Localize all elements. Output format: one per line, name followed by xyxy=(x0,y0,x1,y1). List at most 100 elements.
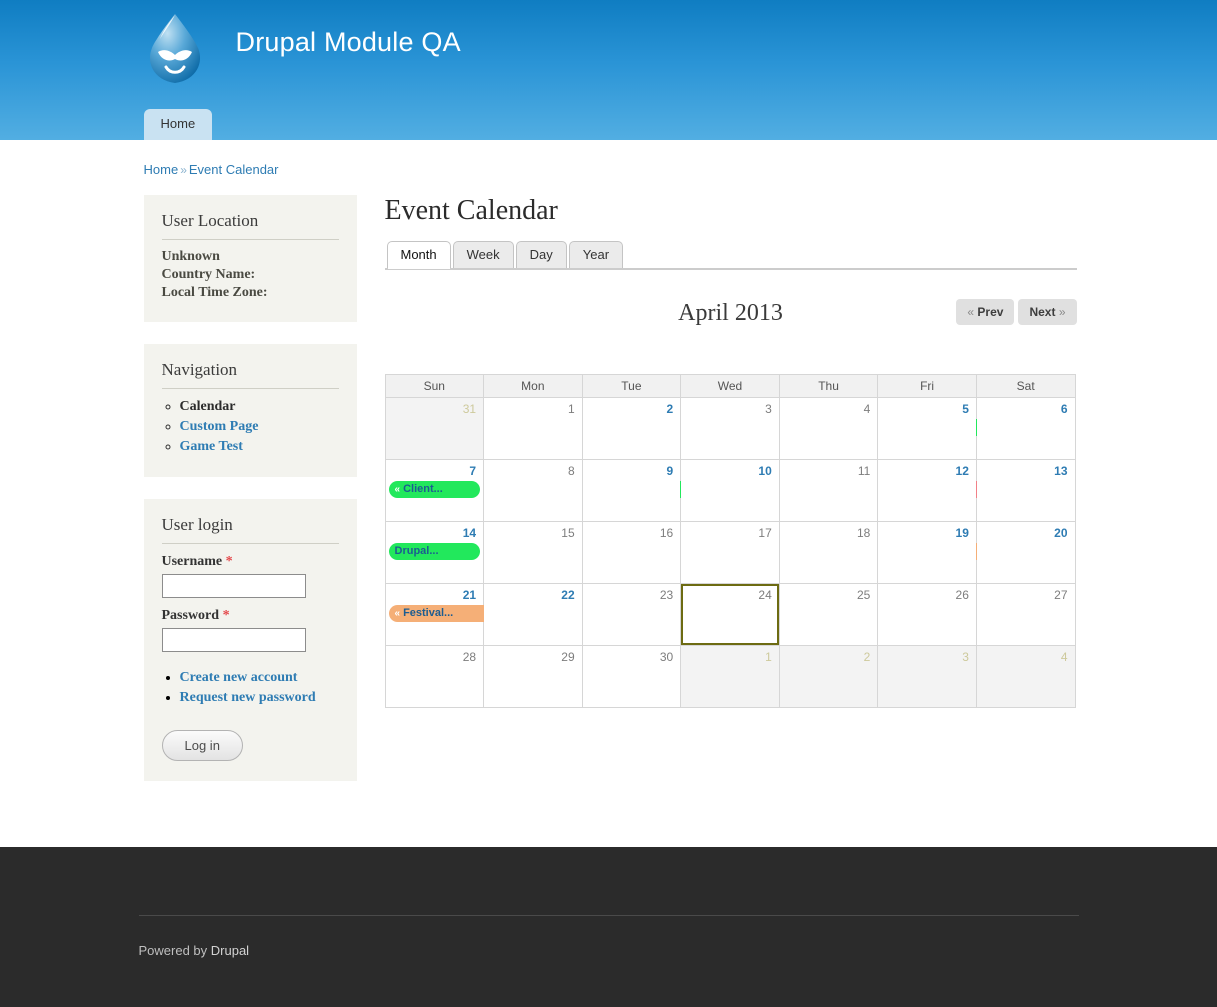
request-password-link[interactable]: Request new password xyxy=(180,690,316,705)
create-account-link[interactable]: Create new account xyxy=(180,670,298,685)
user-location-country: Country Name: xyxy=(161,267,256,282)
sidebar: User Location Unknown Country Name: Loca… xyxy=(143,195,357,803)
calendar-day-cell[interactable]: 17 xyxy=(680,521,780,584)
calendar-day-cell[interactable]: 22 xyxy=(483,583,583,646)
list-item[interactable]: Request new password xyxy=(180,688,339,708)
calendar-day-cell[interactable]: 9 xyxy=(581,459,682,522)
calendar-day-cell[interactable]: 27 xyxy=(975,583,1076,646)
weekday-header-mon: Mon xyxy=(483,374,583,398)
event-label: Client... xyxy=(403,483,443,495)
breadcrumb-item-event-calendar[interactable]: Event Calendar xyxy=(189,162,279,177)
calendar-event-bar[interactable]: Drupal... xyxy=(388,543,481,560)
calendar-day-cell[interactable]: 28 xyxy=(384,645,485,708)
calendar-day-cell[interactable]: 3 xyxy=(877,645,977,708)
calendar-day-cell[interactable]: 31Sports dayClient...» xyxy=(384,397,1072,460)
day-number: 24 xyxy=(758,588,772,602)
day-number: 5 xyxy=(962,402,969,416)
calendar-day-cell[interactable]: 2 xyxy=(581,397,682,460)
calendar-day-cell[interactable]: 19 xyxy=(877,521,977,584)
calendar-day-cell[interactable]: 10 xyxy=(680,459,780,522)
calendar-day-cell[interactable]: 1 xyxy=(483,397,583,460)
day-number: 18 xyxy=(856,526,871,540)
sidebar-item-custom-page[interactable]: Custom Page xyxy=(180,417,339,437)
username-input[interactable] xyxy=(161,574,306,598)
tab-year[interactable]: Year xyxy=(568,241,624,268)
day-number: 30 xyxy=(659,650,674,664)
calendar-day-cell[interactable]: 21 «Festival... xyxy=(384,583,579,646)
next-month-button[interactable]: Next » xyxy=(1018,299,1077,325)
password-label: Password * xyxy=(162,608,339,624)
event-label: Drupal... xyxy=(394,545,439,557)
calendar-event-bar[interactable]: «Client... xyxy=(388,481,481,498)
footer-divider xyxy=(138,915,1079,916)
breadcrumb-item-home[interactable]: Home xyxy=(144,162,179,177)
drupal-link[interactable]: Drupal xyxy=(211,943,249,958)
calendar-day-cell[interactable]: 23 xyxy=(581,583,682,646)
day-number: 25 xyxy=(856,588,871,602)
sidebar-item-label[interactable]: Custom Page xyxy=(180,419,259,434)
user-location-status: Unknown xyxy=(161,249,220,264)
calendar-day-cell[interactable]: 26 xyxy=(877,583,977,646)
calendar-day-cell[interactable]: 1 xyxy=(680,645,780,708)
site-title[interactable]: Drupal Module QA xyxy=(236,27,461,58)
block-navigation: Navigation Calendar Custom Page Game Tes… xyxy=(143,344,357,477)
day-number: 10 xyxy=(758,464,772,478)
calendar-day-cell[interactable]: 3 xyxy=(680,397,780,460)
password-input[interactable] xyxy=(161,628,306,652)
list-item[interactable]: Create new account xyxy=(180,668,339,688)
calendar-day-cell[interactable]: 29 xyxy=(483,645,583,708)
calendar-day-cell[interactable]: 20 xyxy=(975,521,1076,584)
calendar-day-cell[interactable]: 8 xyxy=(483,459,583,522)
day-number: 29 xyxy=(561,650,575,664)
prev-month-button[interactable]: « Prev xyxy=(956,299,1015,325)
site-footer: Powered by Drupal xyxy=(0,847,1217,1007)
calendar-day-cell[interactable]: 14Drupal...Festival...» xyxy=(384,521,1072,584)
calendar-day-cell[interactable]: 18 xyxy=(778,521,879,584)
calendar-day-cell[interactable]: 24 xyxy=(680,583,780,646)
calendar-day-cell[interactable]: 25 xyxy=(778,583,879,646)
day-number: 20 xyxy=(1054,526,1068,540)
calendar-day-cell[interactable]: 12 xyxy=(877,459,977,522)
day-number: 26 xyxy=(955,588,969,602)
calendar-day-cell[interactable]: 7«Client...Drupal...PHP cache... xyxy=(384,459,1072,522)
block-title-user-login: User login xyxy=(161,515,339,544)
weekday-header-thu: Thu xyxy=(778,374,879,398)
main-content: Event Calendar Month Week Day Year April 20… xyxy=(384,195,1079,708)
username-label: Username * xyxy=(162,554,339,570)
calendar-day-cell[interactable]: 30 xyxy=(581,645,682,708)
day-number: 22 xyxy=(561,588,575,602)
footer-credit: Powered by Drupal xyxy=(139,943,250,958)
drupal-droplet-logo[interactable] xyxy=(144,12,206,88)
day-number: 6 xyxy=(1060,402,1068,416)
calendar-day-cell[interactable]: 16 xyxy=(581,521,682,584)
day-number: 14 xyxy=(462,526,477,540)
day-number: 4 xyxy=(1060,650,1068,664)
tab-week[interactable]: Week xyxy=(452,241,514,268)
calendar-navigation: « Prev Next » xyxy=(952,299,1077,325)
weekday-header-tue: Tue xyxy=(581,374,682,398)
sidebar-item-label[interactable]: Game Test xyxy=(180,439,243,454)
calendar-week-row: 31Sports dayClient...»123456 xyxy=(384,397,1076,460)
day-number: 2 xyxy=(863,650,871,664)
day-number: 23 xyxy=(659,588,674,602)
calendar-day-cell[interactable]: 15 xyxy=(483,521,583,584)
calendar-week-row: 7«Client...Drupal...PHP cache...89 10 1112… xyxy=(384,459,1076,522)
tab-day[interactable]: Day xyxy=(515,241,567,268)
calendar-day-cell[interactable]: 5 xyxy=(877,397,977,460)
calendar-day-cell[interactable]: 11 xyxy=(778,459,879,522)
day-number: 2 xyxy=(666,402,674,416)
login-button[interactable]: Log in xyxy=(161,730,243,761)
chevron-left-icon: « xyxy=(967,305,975,319)
calendar-day-cell[interactable]: 2 xyxy=(778,645,879,708)
day-number: 15 xyxy=(561,526,575,540)
calendar-day-cell[interactable]: 4 xyxy=(975,645,1076,708)
calendar-day-cell[interactable]: 6 xyxy=(975,397,1076,460)
sidebar-item-game-test[interactable]: Game Test xyxy=(180,437,339,457)
calendar-week-row: 21 «Festival... 22 23 24 25 26 27 xyxy=(384,583,1076,646)
calendar-day-cell[interactable]: 13 xyxy=(975,459,1076,522)
tab-month[interactable]: Month xyxy=(386,241,451,269)
sidebar-item-calendar[interactable]: Calendar xyxy=(180,397,339,417)
menu-item-home[interactable]: Home xyxy=(143,109,213,140)
day-number: 8 xyxy=(567,464,575,478)
calendar-day-cell[interactable]: 4 xyxy=(778,397,879,460)
